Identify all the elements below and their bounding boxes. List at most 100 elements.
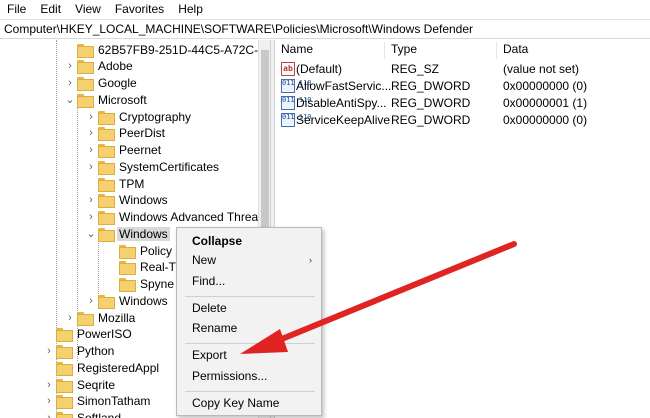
tree-item[interactable]: › Softland — [42, 410, 123, 418]
tree-item[interactable]: › Seqrite — [42, 376, 117, 393]
tree-expander-icon[interactable]: ⌄ — [63, 91, 77, 108]
tree-item[interactable]: 62B57FB9-251D-44C5-A72C-B2C — [63, 41, 258, 58]
tree-item-label: TPM — [119, 176, 145, 191]
tree-expander-icon[interactable]: › — [84, 108, 98, 125]
menu-edit[interactable]: Edit — [33, 0, 68, 19]
tree-item[interactable]: › SimonTatham — [42, 393, 152, 410]
tree-item[interactable]: › Windows Advanced Threat P — [84, 209, 258, 226]
ctx-export[interactable]: Export — [178, 345, 320, 365]
tree-expander-icon[interactable]: › — [63, 309, 77, 326]
folder-icon — [98, 194, 115, 209]
tree-item[interactable]: › PeerDist — [84, 125, 167, 142]
tree-guide-line — [98, 236, 99, 298]
ctx-delete-label: Delete — [192, 301, 227, 315]
ctx-new[interactable]: New › — [178, 250, 320, 270]
tree-item[interactable]: Spyne — [105, 276, 176, 293]
tree-expander-icon[interactable]: › — [63, 75, 77, 92]
menu-favorites[interactable]: Favorites — [108, 0, 171, 19]
folder-icon — [98, 144, 115, 158]
ctx-collapse-label: Collapse — [192, 234, 243, 248]
tree-expander-icon[interactable] — [42, 359, 56, 376]
tree-item[interactable]: RegisteredAppl — [42, 359, 161, 376]
tree-expander-icon[interactable]: › — [84, 125, 98, 142]
folder-icon — [98, 127, 115, 142]
value-row[interactable]: 011 110 AllowFastServic... REG_DWORD 0x0000… — [275, 78, 650, 95]
ctx-delete[interactable]: Delete — [178, 298, 320, 318]
value-row[interactable]: ab (Default) REG_SZ (value not set) — [275, 61, 650, 78]
dword-value-icon: 011 110 — [281, 96, 312, 110]
tree-item-label: Windows — [117, 226, 170, 241]
column-name[interactable]: Name — [275, 42, 385, 59]
folder-icon — [56, 361, 73, 376]
value-row[interactable]: 011 110 ServiceKeepAlive REG_DWORD 0x000000… — [275, 112, 650, 129]
menu-separator — [185, 391, 315, 392]
tree-expander-icon[interactable]: › — [84, 142, 98, 159]
ctx-permissions[interactable]: Permissions... — [178, 366, 320, 386]
tree-expander-icon[interactable] — [105, 276, 119, 293]
column-type[interactable]: Type — [385, 42, 497, 59]
column-data[interactable]: Data — [497, 42, 650, 59]
tree-expander-icon[interactable]: › — [63, 58, 77, 75]
tree-expander-icon[interactable]: › — [84, 209, 98, 226]
tree-item-label: Microsoft — [98, 92, 147, 107]
tree-item-label: Windows — [119, 193, 168, 208]
ctx-collapse[interactable]: Collapse — [178, 231, 320, 251]
tree-item-label: Windows — [119, 293, 168, 308]
tree-item[interactable]: › Cryptography — [84, 108, 193, 125]
tree-item[interactable]: › Mozilla — [63, 309, 137, 326]
tree-item[interactable]: › Windows — [84, 192, 170, 209]
tree-expander-icon[interactable]: › — [84, 292, 98, 309]
tree-item[interactable]: TPM — [84, 175, 146, 192]
tree-item[interactable]: › Windows — [84, 292, 170, 309]
tree-expander-icon[interactable]: › — [42, 393, 56, 410]
tree-item[interactable]: Policy — [105, 242, 174, 259]
tree-expander-icon[interactable]: › — [42, 376, 56, 393]
value-row[interactable]: 011 110 DisableAntiSpy... REG_DWORD 0x00000… — [275, 95, 650, 112]
ctx-copy-key-name[interactable]: Copy Key Name — [178, 393, 320, 413]
ctx-find-label: Find... — [192, 274, 226, 288]
tree-item[interactable]: › Adobe — [63, 58, 135, 75]
tree-expander-icon[interactable] — [42, 326, 56, 343]
ctx-export-label: Export — [192, 348, 227, 362]
tree-item[interactable]: Real-T — [105, 259, 178, 276]
tree-item-label: Real-T — [140, 260, 177, 275]
menu-file[interactable]: File — [0, 0, 33, 19]
tree-item-label: SystemCertificates — [119, 159, 220, 174]
tree-item-label: Adobe — [98, 59, 133, 74]
tree-item[interactable]: PowerISO — [42, 326, 134, 343]
tree-item[interactable]: › Python — [42, 343, 116, 360]
value-type: REG_DWORD — [391, 113, 471, 127]
value-type: REG_DWORD — [391, 96, 471, 110]
string-value-icon: ab — [281, 62, 295, 76]
tree-item[interactable]: ⌄ Windows — [84, 225, 170, 242]
value-name: DisableAntiSpy... — [296, 96, 387, 110]
submenu-arrow-icon: › — [309, 255, 312, 265]
folder-icon — [56, 328, 73, 343]
tree-expander-icon[interactable]: › — [84, 158, 98, 175]
tree-expander-icon[interactable]: › — [84, 192, 98, 209]
value-name: ServiceKeepAlive — [296, 113, 391, 127]
menu-help[interactable]: Help — [171, 0, 210, 19]
tree-item[interactable]: › SystemCertificates — [84, 158, 221, 175]
tree-item[interactable]: ⌄ Microsoft — [63, 91, 149, 108]
ctx-rename[interactable]: Rename — [178, 318, 320, 338]
menu-bar: File Edit View Favorites Help — [0, 0, 650, 19]
tree-expander-icon[interactable] — [84, 175, 98, 192]
ctx-rename-label: Rename — [192, 321, 238, 335]
folder-icon — [77, 93, 94, 108]
ctx-copy-key-name-label: Copy Key Name — [192, 396, 280, 410]
address-bar[interactable]: Computer\HKEY_LOCAL_MACHINE\SOFTWARE\Pol… — [0, 19, 650, 39]
menu-view[interactable]: View — [68, 0, 108, 19]
tree-item[interactable]: › Peernet — [84, 142, 163, 159]
tree-item[interactable]: › Google — [63, 75, 139, 92]
tree-expander-icon[interactable] — [105, 259, 119, 276]
menu-separator — [185, 296, 315, 297]
ctx-permissions-label: Permissions... — [192, 369, 268, 383]
ctx-find[interactable]: Find... — [178, 271, 320, 291]
tree-expander-icon[interactable]: › — [42, 343, 56, 360]
folder-icon — [56, 345, 73, 359]
tree-expander-icon[interactable]: › — [42, 410, 56, 418]
tree-expander-icon[interactable]: ⌄ — [84, 225, 98, 242]
tree-expander-icon[interactable] — [63, 41, 77, 58]
tree-expander-icon[interactable] — [105, 242, 119, 259]
